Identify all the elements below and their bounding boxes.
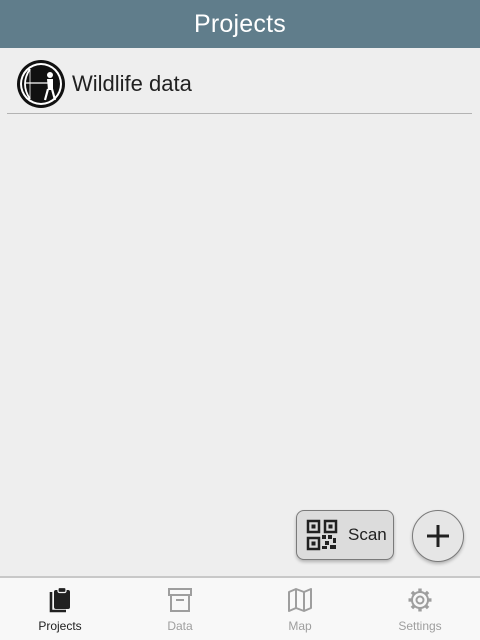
project-name: Wildlife data	[72, 71, 192, 96]
page-title: Projects	[194, 9, 286, 38]
plus-icon	[427, 525, 449, 547]
nav-label-projects: Projects	[38, 619, 82, 633]
nav-label-data: Data	[167, 619, 193, 633]
scan-button[interactable]: Scan	[296, 510, 394, 560]
project-list-item[interactable]: Wildlife data	[7, 55, 472, 114]
qr-code-icon	[306, 519, 338, 551]
nav-item-data[interactable]: Data	[120, 578, 240, 640]
nav-item-projects[interactable]: Projects	[0, 578, 120, 640]
gear-icon	[408, 588, 432, 612]
nav-item-settings[interactable]: Settings	[360, 578, 480, 640]
nav-label-settings: Settings	[398, 619, 442, 633]
bottom-navigation: Projects Data Map Settings	[0, 576, 480, 640]
app-bar: Projects	[0, 0, 480, 48]
map-icon	[288, 588, 312, 612]
scan-label: Scan	[348, 525, 387, 544]
nav-label-map: Map	[288, 619, 312, 633]
nav-item-map[interactable]: Map	[240, 578, 360, 640]
clipboard-icon	[49, 586, 70, 613]
add-project-button[interactable]	[412, 510, 464, 562]
archer-logo-icon	[17, 60, 65, 108]
archive-box-icon	[168, 588, 192, 612]
